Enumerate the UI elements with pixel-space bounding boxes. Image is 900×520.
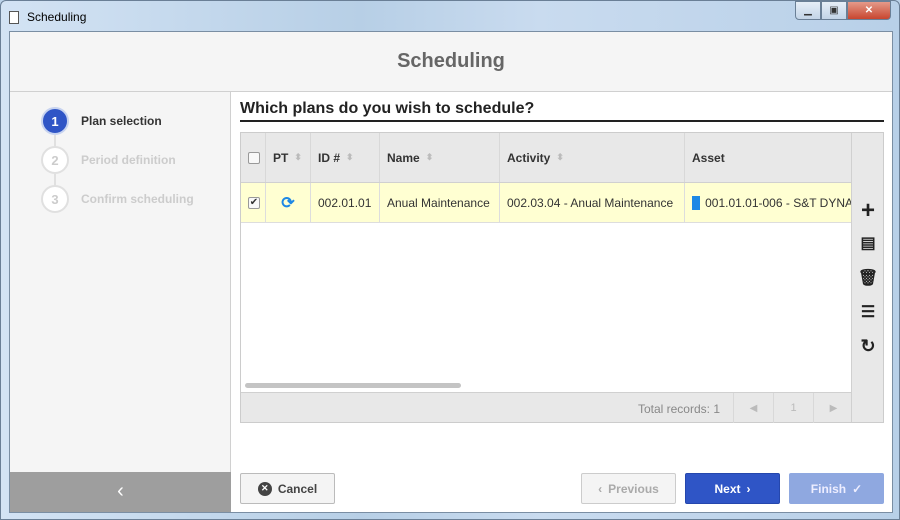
cell-id: 002.01.01: [311, 183, 380, 222]
cancel-icon: ✕: [257, 481, 272, 496]
chevron-left-icon: ‹: [598, 481, 603, 496]
sort-icon: ⬍: [425, 152, 434, 162]
sort-icon: ⬍: [294, 152, 302, 162]
step-number: 3: [41, 185, 69, 213]
step-label: Confirm scheduling: [81, 192, 194, 206]
grid-header: PT ⬍ ID # ⬍ Name ⬍ Activity ⬍ Asset: [241, 133, 853, 183]
plans-grid: PT ⬍ ID # ⬍ Name ⬍ Activity ⬍ Asset ✔ ⟳ 002.…: [240, 132, 884, 423]
next-page-button[interactable]: ▶: [813, 393, 853, 423]
chevron-left-icon: ‹: [117, 480, 124, 502]
maximize-button[interactable]: ▣: [821, 1, 847, 20]
finish-button[interactable]: Finish ✓: [789, 473, 884, 504]
step-number: 1: [41, 107, 69, 135]
cancel-button[interactable]: ✕ Cancel: [240, 473, 335, 504]
section-title: Which plans do you wish to schedule?: [240, 100, 535, 117]
document-icon: [9, 10, 19, 24]
column-activity[interactable]: Activity ⬍: [500, 133, 685, 182]
page-number: 1: [773, 393, 813, 423]
horizontal-scrollbar[interactable]: [245, 383, 461, 388]
step-confirm-scheduling: 3 Confirm scheduling: [41, 185, 194, 213]
close-button[interactable]: ✕: [847, 1, 891, 20]
wizard-steps: 1 Plan selection 2 Period definition 3 C…: [10, 92, 231, 512]
minimize-button[interactable]: ▁: [795, 1, 821, 20]
refresh-icon[interactable]: ↻: [856, 334, 880, 358]
sort-icon: ⬍: [556, 152, 564, 162]
delete-icon[interactable]: 🗑: [856, 266, 880, 290]
cell-name: Anual Maintenance: [380, 183, 500, 222]
prev-page-button[interactable]: ◀: [733, 393, 773, 423]
grid-toolbar: + ▤ 🗑 ☰ ↻: [851, 133, 883, 422]
cell-asset: 001.01.01-006 - S&T DYNA: [685, 183, 853, 222]
step-number: 2: [41, 146, 69, 174]
window: Scheduling ▁ ▣ ✕ Scheduling 1 Plan selec…: [0, 0, 900, 520]
view-icon[interactable]: ▤: [856, 231, 880, 255]
column-id[interactable]: ID # ⬍: [311, 133, 380, 182]
grid-footer: Total records: 1 ◀ 1 ▶: [241, 392, 853, 423]
row-checkbox[interactable]: ✔: [241, 183, 266, 222]
step-plan-selection: 1 Plan selection: [41, 107, 162, 135]
column-name[interactable]: Name ⬍: [380, 133, 500, 182]
sort-icon: ⬍: [346, 152, 354, 162]
title-bar: Scheduling: [9, 7, 86, 27]
step-label: Period definition: [81, 153, 176, 167]
collapse-sidebar-button[interactable]: ‹: [10, 472, 231, 512]
clipboard-icon: [692, 195, 701, 210]
table-row[interactable]: ✔ ⟳ 002.01.01 Anual Maintenance 002.03.0…: [241, 183, 853, 223]
column-pt[interactable]: PT ⬍: [266, 133, 311, 182]
chevron-right-icon: ›: [746, 481, 751, 496]
window-title: Scheduling: [27, 10, 87, 24]
column-asset[interactable]: Asset: [685, 133, 853, 182]
step-period-definition: 2 Period definition: [41, 146, 176, 174]
maintenance-cycle-icon: ⟳: [266, 183, 311, 222]
add-icon[interactable]: +: [856, 197, 880, 224]
divider: [240, 120, 884, 122]
check-icon: ✓: [852, 481, 863, 496]
list-icon[interactable]: ☰: [856, 300, 880, 324]
step-label: Plan selection: [81, 114, 162, 128]
cell-activity: 002.03.04 - Anual Maintenance: [500, 183, 685, 222]
page-title: Scheduling: [10, 32, 892, 92]
next-button[interactable]: Next ›: [685, 473, 780, 504]
select-all-checkbox[interactable]: [241, 133, 266, 182]
previous-button[interactable]: ‹ Previous: [581, 473, 676, 504]
total-records: Total records: 1: [637, 402, 720, 416]
